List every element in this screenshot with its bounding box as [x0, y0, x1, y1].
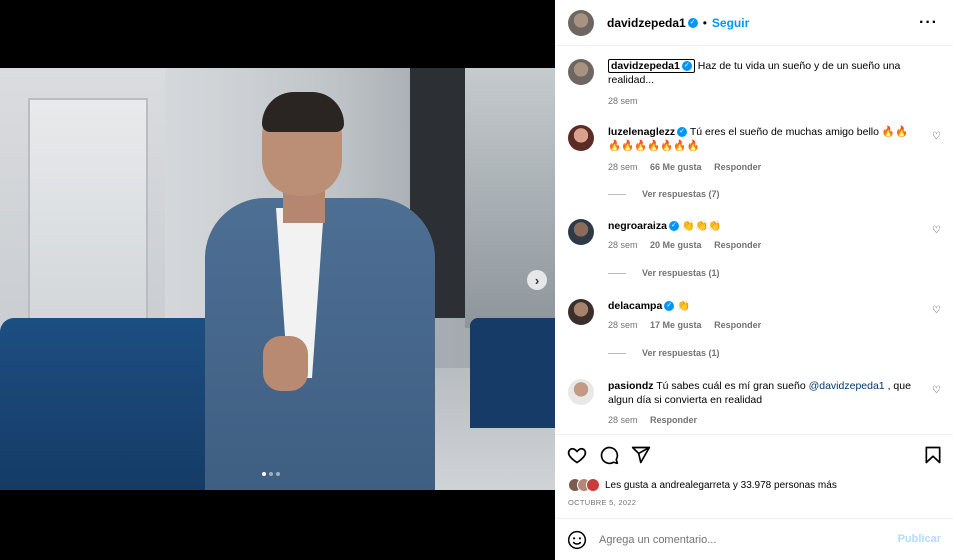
view-replies-label: Ver respuestas (1)	[642, 348, 720, 358]
verified-badge-icon: ✓	[681, 61, 692, 72]
like-comment-icon[interactable]: ♡	[932, 385, 941, 396]
comment-username[interactable]: luzelenaglezz	[608, 126, 675, 138]
follow-button[interactable]: Seguir	[712, 16, 749, 30]
emoji-icon[interactable]	[567, 530, 587, 550]
reply-button[interactable]: Responder	[714, 162, 761, 172]
likes-summary[interactable]: Les gusta a andrealegarreta y 33.978 per…	[568, 478, 837, 492]
comment-likes[interactable]: 20 Me gusta	[650, 240, 702, 250]
comment-text: Tú sabes cuál es mí gran sueño	[656, 380, 809, 392]
comment-likes[interactable]: 66 Me gusta	[650, 162, 702, 172]
verified-badge-icon: ✓	[668, 221, 679, 232]
action-bar	[555, 434, 953, 474]
view-replies-label: Ver respuestas (1)	[642, 268, 720, 278]
comment-text: 👏	[677, 300, 691, 312]
post-header: davidzepeda1 ✓ • Seguir ···	[555, 0, 953, 46]
comment-username[interactable]: delacampa	[608, 300, 662, 312]
publish-button[interactable]: Publicar	[898, 533, 941, 545]
comment-username[interactable]: negroaraiza	[608, 220, 667, 232]
view-replies-button[interactable]: Ver respuestas (7)	[608, 189, 720, 199]
mention-link[interactable]: @davidzepeda1	[809, 380, 885, 392]
carousel-dot	[276, 472, 280, 476]
comment-username[interactable]: pasiondz	[608, 380, 654, 392]
reply-button[interactable]: Responder	[714, 240, 761, 250]
carousel-dots	[262, 472, 280, 476]
comments-list: davidzepeda1 ✓ Haz de tu vida un sueño y …	[555, 46, 953, 434]
post-date[interactable]: OCTUBRE 5, 2022	[568, 498, 636, 507]
divider	[608, 272, 626, 274]
verified-badge-icon: ✓	[664, 301, 675, 312]
view-replies-label: Ver respuestas (7)	[642, 189, 720, 199]
avatar[interactable]	[568, 59, 594, 85]
like-comment-icon[interactable]: ♡	[932, 305, 941, 316]
carousel-dot-active	[262, 472, 266, 476]
verified-badge-icon: ✓	[687, 17, 698, 28]
comment-time[interactable]: 28 sem	[608, 240, 638, 250]
avatar[interactable]	[568, 219, 594, 245]
bookmark-icon[interactable]	[923, 445, 943, 465]
caption-username[interactable]: davidzepeda1	[611, 60, 680, 72]
carousel-dot	[269, 472, 273, 476]
post-photo[interactable]	[0, 68, 555, 490]
avatar[interactable]	[568, 125, 594, 151]
avatar[interactable]	[568, 379, 594, 405]
avatar[interactable]	[568, 9, 594, 36]
comment-composer: Publicar	[555, 518, 953, 560]
avatar[interactable]	[568, 299, 594, 325]
caption-author-box: davidzepeda1 ✓	[608, 59, 695, 73]
comment-time[interactable]: 28 sem	[608, 320, 638, 330]
media-panel: ›	[0, 0, 555, 560]
next-slide-button[interactable]: ›	[527, 270, 547, 290]
heart-icon[interactable]	[567, 445, 587, 465]
share-icon[interactable]	[631, 445, 651, 465]
comment-text: 👏👏👏	[681, 220, 722, 232]
author-username[interactable]: davidzepeda1	[607, 16, 686, 30]
chevron-right-icon: ›	[534, 272, 540, 288]
divider	[608, 193, 626, 195]
verified-badge-icon: ✓	[677, 127, 688, 138]
comment-icon[interactable]	[599, 445, 619, 465]
view-replies-button[interactable]: Ver respuestas (1)	[608, 268, 720, 278]
reply-button[interactable]: Responder	[650, 415, 697, 425]
more-options-icon[interactable]: ···	[919, 14, 938, 32]
likes-text: Les gusta a andrealegarreta y 33.978 per…	[605, 479, 837, 491]
comment-likes[interactable]: 17 Me gusta	[650, 320, 702, 330]
comment-input[interactable]	[599, 533, 879, 546]
post-dialog: › davidzepeda1 ✓ • Seguir ··· davidzeped…	[0, 0, 953, 560]
separator: •	[702, 15, 707, 30]
avatar	[586, 478, 600, 492]
comment-time[interactable]: 28 sem	[608, 415, 638, 425]
comments-panel: davidzepeda1 ✓ • Seguir ··· davidzepeda1…	[555, 0, 953, 560]
like-comment-icon[interactable]: ♡	[932, 131, 941, 142]
view-replies-button[interactable]: Ver respuestas (1)	[608, 348, 720, 358]
liker-avatars	[568, 478, 600, 492]
reply-button[interactable]: Responder	[714, 320, 761, 330]
caption-time[interactable]: 28 sem	[608, 96, 638, 106]
like-comment-icon[interactable]: ♡	[932, 225, 941, 236]
comment-time[interactable]: 28 sem	[608, 162, 638, 172]
divider	[608, 352, 626, 354]
